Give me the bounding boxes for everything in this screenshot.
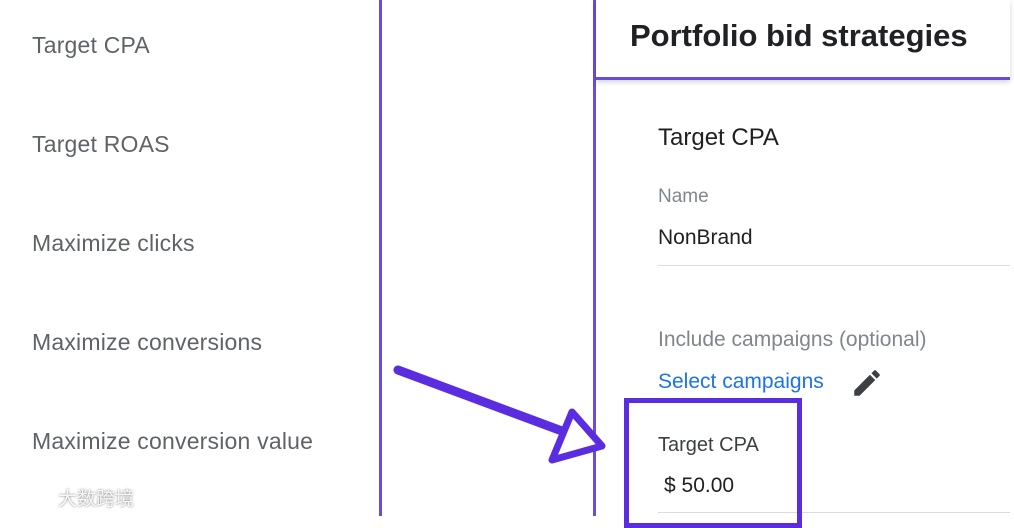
menu-item-target-roas[interactable]: Target ROAS [32, 131, 170, 158]
select-campaigns-link[interactable]: Select campaigns [658, 370, 824, 394]
pencil-icon[interactable] [850, 366, 884, 400]
watermark: 大数跨境 [8, 484, 134, 511]
watermark-text: 大数跨境 [58, 489, 135, 510]
panel-header: Portfolio bid strategies [596, 0, 1010, 80]
bid-strategy-menu: Target CPA Target ROAS Maximize clicks M… [0, 0, 382, 516]
include-campaigns-label: Include campaigns (optional) [658, 328, 927, 351]
name-field-underline [658, 265, 1010, 266]
panel-title: Portfolio bid strategies [630, 18, 968, 53]
menu-item-target-cpa[interactable]: Target CPA [32, 32, 150, 59]
arrow-icon [393, 365, 606, 464]
watermark-logo-icon [10, 489, 49, 506]
menu-item-maximize-conversions[interactable]: Maximize conversions [32, 329, 262, 356]
annotation-highlight-box [624, 398, 802, 528]
name-field[interactable]: NonBrand [658, 226, 753, 250]
menu-item-maximize-clicks[interactable]: Maximize clicks [32, 230, 195, 257]
menu-item-maximize-conversion-value[interactable]: Maximize conversion value [32, 428, 313, 455]
name-label: Name [658, 186, 709, 207]
section-title: Target CPA [658, 124, 779, 151]
